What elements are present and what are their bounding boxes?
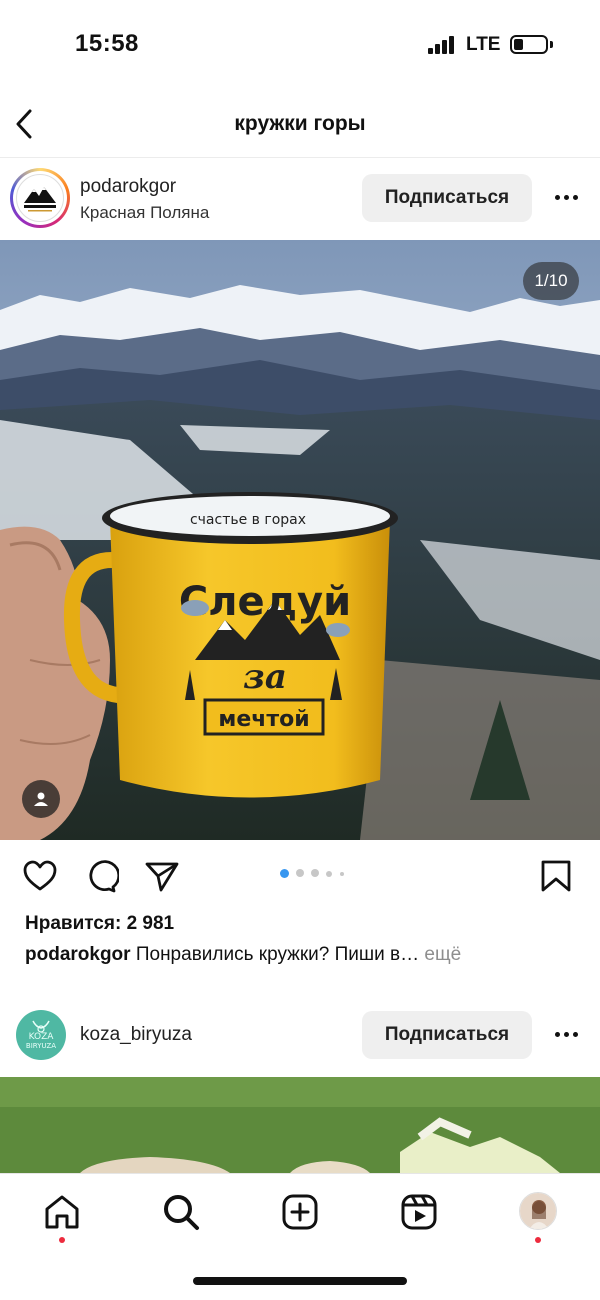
reels-icon xyxy=(401,1194,437,1230)
share-button[interactable] xyxy=(144,858,180,894)
more-options-button[interactable] xyxy=(550,188,584,208)
mug-text-3: мечтой xyxy=(218,707,309,732)
goat-logo-icon xyxy=(32,1020,50,1033)
carousel-indicator xyxy=(280,869,360,879)
comment-icon xyxy=(89,860,121,893)
mug-rim-text: счастье в горах xyxy=(190,512,306,528)
avatar-text-2: BIRYUZA xyxy=(25,1042,57,1050)
post-location[interactable]: Красная Поляна xyxy=(80,203,209,223)
notification-dot xyxy=(535,1237,541,1243)
bookmark-icon xyxy=(541,860,571,892)
likes-count[interactable]: Нравится: 2 981 xyxy=(25,913,174,935)
profile-avatar xyxy=(520,1193,556,1229)
tagged-people-button[interactable] xyxy=(22,780,60,818)
more-horizontal-icon xyxy=(555,195,560,200)
home-icon xyxy=(45,1195,79,1229)
mug-text-1: Следуй xyxy=(179,579,351,625)
post-username[interactable]: podarokgor xyxy=(80,176,176,198)
heart-icon xyxy=(23,860,57,891)
cellular-signal-icon xyxy=(428,36,456,54)
person-tag-icon xyxy=(34,792,48,806)
like-button[interactable] xyxy=(22,858,58,894)
photo-counter: 1/10 xyxy=(523,262,579,300)
tab-reels[interactable] xyxy=(399,1192,439,1232)
post-photo-2[interactable] xyxy=(0,1077,600,1173)
follow-button[interactable]: Подписаться xyxy=(362,1011,532,1059)
status-time: 15:58 xyxy=(75,30,139,57)
comment-button[interactable] xyxy=(83,858,121,894)
post-header: podarokgor Красная Поляна Подписаться xyxy=(0,158,600,238)
battery-icon xyxy=(510,35,548,54)
follow-button[interactable]: Подписаться xyxy=(362,174,532,222)
likes-label: Нравится: xyxy=(25,913,122,934)
save-button[interactable] xyxy=(538,858,574,894)
search-icon xyxy=(164,1195,199,1230)
more-horizontal-icon xyxy=(555,1032,560,1037)
post-actions xyxy=(0,840,600,912)
caption-more-link[interactable]: ещё xyxy=(424,944,461,965)
likes-number: 2 981 xyxy=(126,913,175,934)
carousel-dot xyxy=(326,871,332,877)
status-bar: 15:58 LTE xyxy=(0,0,600,90)
tab-home[interactable] xyxy=(42,1192,82,1232)
network-label: LTE xyxy=(466,34,501,55)
mountain-logo-icon xyxy=(16,174,64,222)
carousel-dot xyxy=(340,872,344,876)
carousel-dot xyxy=(296,869,304,877)
send-icon xyxy=(145,862,179,892)
tab-profile[interactable] xyxy=(519,1192,557,1230)
avatar-text-1: KOZA xyxy=(28,1032,54,1042)
caption-username[interactable]: podarokgor xyxy=(25,944,131,965)
avatar[interactable]: KOZA BIRYUZA xyxy=(16,1010,66,1060)
carousel-dot xyxy=(311,869,319,877)
plus-square-icon xyxy=(282,1194,318,1230)
notification-dot xyxy=(59,1237,65,1243)
more-options-button[interactable] xyxy=(550,1025,584,1045)
page-title: кружки горы xyxy=(234,112,366,135)
home-indicator xyxy=(193,1277,407,1285)
mug-text-2: за xyxy=(243,657,287,697)
battery-cap xyxy=(550,41,553,48)
post-username[interactable]: koza_biryuza xyxy=(80,1024,192,1046)
tab-create[interactable] xyxy=(280,1192,320,1232)
post-caption: podarokgor Понравились кружки? Пиши в… е… xyxy=(25,944,585,966)
post-header-2: KOZA BIRYUZA koza_biryuza Подписаться xyxy=(0,997,600,1077)
caption-text: Понравились кружки? Пиши в… xyxy=(135,944,420,965)
avatar[interactable] xyxy=(10,168,70,228)
carousel-dot-active xyxy=(280,869,289,878)
nav-bar: кружки горы xyxy=(0,90,600,158)
tab-search[interactable] xyxy=(161,1192,201,1232)
post-photo[interactable]: счастье в горах Следуй за мечтой 1/10 xyxy=(0,240,600,840)
